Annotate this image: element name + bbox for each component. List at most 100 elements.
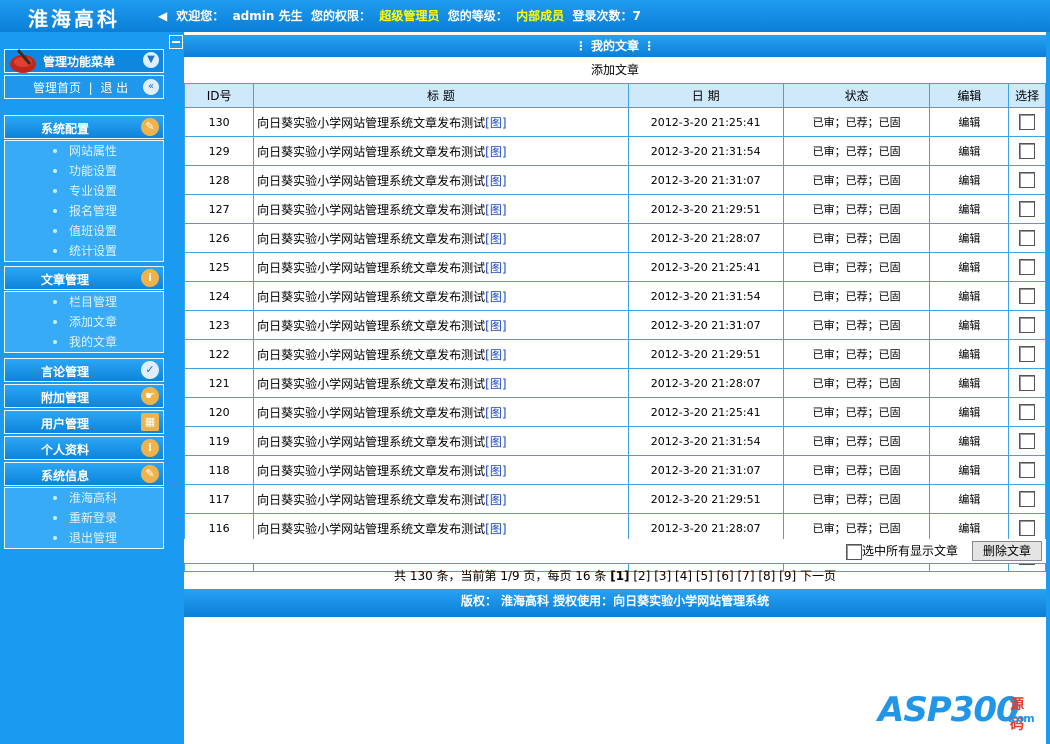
- chevron-left-icon[interactable]: «: [143, 79, 159, 95]
- sidebar-section-articles[interactable]: 文章管理 i: [4, 266, 164, 290]
- sidebar-item-add-article[interactable]: 添加文章: [5, 312, 163, 332]
- edit-link[interactable]: 编辑: [929, 368, 1010, 398]
- collapse-sidebar-icon[interactable]: [169, 35, 183, 49]
- welcome-label: 欢迎您：: [176, 9, 225, 23]
- row-checkbox[interactable]: [1019, 172, 1036, 188]
- edit-link[interactable]: 编辑: [929, 426, 1010, 456]
- sidebar-item-huaihai[interactable]: 淮海高科: [5, 488, 163, 508]
- edit-link[interactable]: 编辑: [929, 165, 1010, 195]
- right-border: [1046, 32, 1050, 744]
- page-link[interactable]: [6]: [717, 569, 734, 583]
- article-title-link[interactable]: 向日葵实验小学网站管理系统文章发布测试: [257, 464, 485, 478]
- row-checkbox[interactable]: [1019, 230, 1036, 246]
- cell-status: 已审；已荐；已固: [782, 165, 931, 195]
- page-link[interactable]: [5]: [696, 569, 713, 583]
- article-title-link[interactable]: 向日葵实验小学网站管理系统文章发布测试: [257, 348, 485, 362]
- row-checkbox[interactable]: [1019, 288, 1036, 304]
- page-link[interactable]: [8]: [758, 569, 775, 583]
- row-checkbox[interactable]: [1019, 143, 1036, 159]
- image-tag: [图]: [485, 376, 507, 391]
- article-title-link[interactable]: 向日葵实验小学网站管理系统文章发布测试: [257, 232, 485, 246]
- logout-link[interactable]: 退 出: [100, 81, 128, 95]
- cell-id: 127: [183, 194, 255, 224]
- sidebar-item-my-articles[interactable]: 我的文章: [5, 332, 163, 352]
- sidebar-item-registration[interactable]: 报名管理: [5, 201, 163, 221]
- frame-splitter[interactable]: [167, 32, 184, 744]
- sidebar-item-duty-settings[interactable]: 值班设置: [5, 221, 163, 241]
- edit-link[interactable]: 编辑: [929, 252, 1010, 282]
- edit-link[interactable]: 编辑: [929, 484, 1010, 514]
- sidebar-item-relogin[interactable]: 重新登录: [5, 508, 163, 528]
- page-link-current[interactable]: [1]: [610, 569, 629, 583]
- image-tag: [图]: [485, 289, 507, 304]
- next-page-link[interactable]: 下一页: [800, 569, 836, 583]
- sidebar-section-comments[interactable]: 言论管理 ✓: [4, 358, 164, 382]
- sidebar-section-system-config[interactable]: 系统配置 ✎: [4, 115, 164, 139]
- article-title-link[interactable]: 向日葵实验小学网站管理系统文章发布测试: [257, 203, 485, 217]
- top-bar: 淮海高科 ◀ 欢迎您： admin 先生 您的权限： 超级管理员 您的等级： 内…: [0, 0, 1050, 32]
- row-checkbox[interactable]: [1019, 404, 1036, 420]
- article-title-link[interactable]: 向日葵实验小学网站管理系统文章发布测试: [257, 116, 485, 130]
- page-link[interactable]: [4]: [675, 569, 692, 583]
- edit-link[interactable]: 编辑: [929, 455, 1010, 485]
- article-title-link[interactable]: 向日葵实验小学网站管理系统文章发布测试: [257, 319, 485, 333]
- article-title-link[interactable]: 向日葵实验小学网站管理系统文章发布测试: [257, 377, 485, 391]
- sidebar-item-site-properties[interactable]: 网站属性: [5, 141, 163, 161]
- edit-link[interactable]: 编辑: [929, 194, 1010, 224]
- sidebar-item-major-settings[interactable]: 专业设置: [5, 181, 163, 201]
- sidebar-item-stats-settings[interactable]: 统计设置: [5, 241, 163, 261]
- select-all-label: 选中所有显示文章: [862, 544, 959, 558]
- home-link[interactable]: 管理首页: [33, 81, 81, 95]
- edit-link[interactable]: 编辑: [929, 136, 1010, 166]
- delete-articles-button[interactable]: 删除文章: [972, 541, 1042, 561]
- row-checkbox[interactable]: [1019, 433, 1036, 449]
- table-row: 121 向日葵实验小学网站管理系统文章发布测试[图] 2012-3-20 21:28…: [183, 368, 1046, 398]
- page-link[interactable]: [3]: [654, 569, 671, 583]
- edit-link[interactable]: 编辑: [929, 223, 1010, 253]
- article-title-link[interactable]: 向日葵实验小学网站管理系统文章发布测试: [257, 522, 485, 536]
- sidebar-item-column-management[interactable]: 栏目管理: [5, 292, 163, 312]
- sidebar-section-system-info[interactable]: 系统信息 ✎: [4, 462, 164, 486]
- row-checkbox[interactable]: [1019, 201, 1036, 217]
- row-checkbox[interactable]: [1019, 520, 1036, 536]
- table-row: 119 向日葵实验小学网站管理系统文章发布测试[图] 2012-3-20 21:31…: [183, 426, 1046, 456]
- add-article-link[interactable]: 添加文章: [184, 59, 1046, 81]
- article-title-link[interactable]: 向日葵实验小学网站管理系统文章发布测试: [257, 493, 485, 507]
- cell-date: 2012-3-20 21:31:07: [627, 310, 784, 340]
- select-all-checkbox[interactable]: [846, 543, 862, 560]
- chevron-down-icon[interactable]: ▼: [143, 52, 159, 68]
- article-title-link[interactable]: 向日葵实验小学网站管理系统文章发布测试: [257, 406, 485, 420]
- row-checkbox[interactable]: [1019, 317, 1036, 333]
- row-checkbox[interactable]: [1019, 375, 1036, 391]
- article-title-link[interactable]: 向日葵实验小学网站管理系统文章发布测试: [257, 174, 485, 188]
- article-title-link[interactable]: 向日葵实验小学网站管理系统文章发布测试: [257, 435, 485, 449]
- calendar-icon: ▦: [141, 413, 159, 431]
- row-checkbox[interactable]: [1019, 491, 1036, 507]
- table-row: 123 向日葵实验小学网站管理系统文章发布测试[图] 2012-3-20 21:31…: [183, 310, 1046, 340]
- edit-link[interactable]: 编辑: [929, 339, 1010, 369]
- row-checkbox[interactable]: [1019, 462, 1036, 478]
- edit-link[interactable]: 编辑: [929, 397, 1010, 427]
- page-link[interactable]: [9]: [779, 569, 796, 583]
- article-title-link[interactable]: 向日葵实验小学网站管理系统文章发布测试: [257, 261, 485, 275]
- sidebar-section-extras[interactable]: 附加管理 ☛: [4, 384, 164, 408]
- article-title-link[interactable]: 向日葵实验小学网站管理系统文章发布测试: [257, 145, 485, 159]
- sidebar-section-profile[interactable]: 个人资料 i: [4, 436, 164, 460]
- image-tag: [图]: [485, 144, 507, 159]
- row-checkbox[interactable]: [1019, 259, 1036, 275]
- cell-id: 119: [183, 426, 255, 456]
- edit-link[interactable]: 编辑: [929, 281, 1010, 311]
- row-checkbox[interactable]: [1019, 114, 1036, 130]
- page-link[interactable]: [2]: [633, 569, 650, 583]
- sidebar-section-users[interactable]: 用户管理 ▦: [4, 410, 164, 434]
- edit-link[interactable]: 编辑: [929, 310, 1010, 340]
- sidebar-item-exit[interactable]: 退出管理: [5, 528, 163, 548]
- cell-status: 已审；已荐；已固: [782, 339, 931, 369]
- edit-link[interactable]: 编辑: [929, 107, 1010, 137]
- row-checkbox[interactable]: [1019, 346, 1036, 362]
- article-title-link[interactable]: 向日葵实验小学网站管理系统文章发布测试: [257, 290, 485, 304]
- menu-title: 管理功能菜单: [43, 55, 116, 69]
- page-link[interactable]: [7]: [738, 569, 755, 583]
- sidebar-item-function-settings[interactable]: 功能设置: [5, 161, 163, 181]
- cell-id: 125: [183, 252, 255, 282]
